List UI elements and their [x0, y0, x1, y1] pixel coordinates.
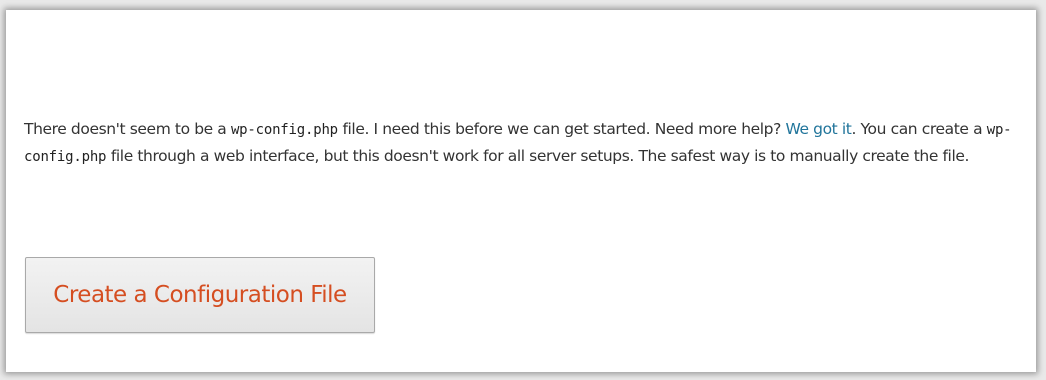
message-text-1: There doesn't seem to be a — [24, 120, 231, 138]
message-text-4: file through a web interface, but this d… — [106, 147, 970, 165]
missing-config-message: There doesn't seem to be a wp-config.php… — [24, 116, 1014, 170]
config-filename-code: wp-config.php — [230, 122, 338, 138]
create-config-file-label: Create a Configuration File — [53, 282, 347, 308]
message-text-3: . You can create a — [851, 120, 987, 138]
message-text-2: file. I need this before we can get star… — [337, 120, 786, 138]
help-link[interactable]: We got it — [785, 120, 851, 138]
setup-panel: There doesn't seem to be a wp-config.php… — [6, 10, 1036, 372]
create-config-file-button[interactable]: Create a Configuration File — [25, 257, 375, 333]
